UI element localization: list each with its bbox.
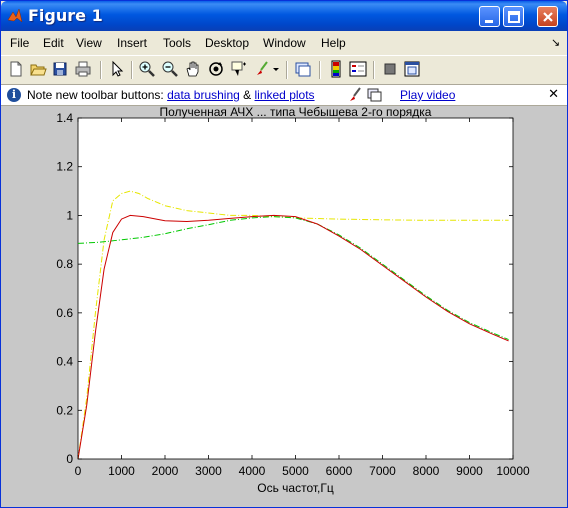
menu-bar: File Edit View Insert Tools Desktop Wind… (1, 32, 567, 54)
menu-tools[interactable]: Tools (163, 36, 191, 50)
colorbar-icon[interactable] (327, 60, 345, 78)
menu-insert[interactable]: Insert (117, 36, 147, 50)
menu-file[interactable]: File (10, 36, 29, 50)
window-title: Figure 1 (28, 6, 103, 25)
info-bar: i Note new toolbar buttons: data brushin… (1, 85, 567, 106)
x-tick-label: 0 (75, 464, 82, 478)
matlab-logo-icon (7, 8, 23, 23)
y-tick-label: 0.2 (56, 403, 73, 417)
y-tick-label: 1 (66, 208, 73, 222)
x-axis-label: Ось частот,Гц (257, 481, 334, 495)
brush-icon[interactable] (253, 60, 271, 78)
zoom-in-icon[interactable] (138, 60, 156, 78)
plot-svg: 0 1000 2000 3000 4000 5000 6000 7000 8000 9000 100… (56, 106, 530, 495)
menu-view[interactable]: View (76, 36, 102, 50)
data-brushing-link[interactable]: data brushing (167, 88, 240, 102)
save-icon[interactable] (51, 60, 69, 78)
x-tick-label: 7000 (369, 464, 396, 478)
y-tick-label: 0.8 (56, 257, 73, 271)
show-plot-tools-icon[interactable] (403, 60, 421, 78)
legend-icon[interactable] (349, 60, 367, 78)
figure-window: Figure 1 File Edit View Insert Tools Des… (0, 0, 568, 508)
title-bar[interactable]: Figure 1 (1, 1, 567, 31)
axes-background[interactable] (77, 117, 514, 460)
y-tick-label: 1.4 (56, 111, 73, 125)
figure-canvas: 0 1000 2000 3000 4000 5000 6000 7000 8000 9000 100… (1, 106, 567, 507)
play-video-link[interactable]: Play video (400, 88, 455, 102)
x-tick-label: 1000 (108, 464, 135, 478)
link-plot-icon (367, 88, 382, 102)
x-tick-label: 9000 (456, 464, 483, 478)
maximize-button[interactable] (503, 6, 524, 27)
y-tick-label: 0.6 (56, 306, 73, 320)
menu-desktop[interactable]: Desktop (205, 36, 249, 50)
info-close-button[interactable]: ✕ (548, 87, 559, 102)
info-icon: i (7, 88, 21, 102)
menu-window[interactable]: Window (263, 36, 306, 50)
linked-plots-link[interactable]: linked plots (255, 88, 315, 102)
open-file-icon[interactable] (29, 60, 47, 78)
menu-help[interactable]: Help (321, 36, 346, 50)
minimize-icon (485, 20, 493, 23)
close-icon (543, 12, 553, 22)
x-tick-label: 8000 (413, 464, 440, 478)
x-tick-label: 10000 (496, 464, 530, 478)
y-tick-label: 1.2 (56, 160, 73, 174)
info-amp: & (239, 88, 255, 102)
brush-icon (350, 87, 361, 101)
menu-edit[interactable]: Edit (43, 36, 64, 50)
pan-icon[interactable] (184, 60, 202, 78)
x-tick-label: 5000 (282, 464, 309, 478)
edit-plot-icon[interactable] (108, 60, 126, 78)
info-message: Note new toolbar buttons: data brushing … (27, 88, 315, 102)
plot-title: Полученная АЧХ ... типа Чебышева 2-го по… (160, 106, 432, 119)
print-icon[interactable] (74, 60, 92, 78)
y-tick-label: 0 (66, 452, 73, 466)
x-tick-label: 3000 (195, 464, 222, 478)
link-plot-icon[interactable] (294, 60, 312, 78)
figure-toolbar (1, 55, 567, 85)
x-tick-label: 4000 (239, 464, 266, 478)
dock-arrow-icon[interactable]: ↘ (551, 36, 560, 49)
rotate-3d-icon[interactable] (207, 60, 225, 78)
x-tick-label: 2000 (152, 464, 179, 478)
new-figure-icon[interactable] (7, 60, 25, 78)
minimize-button[interactable] (479, 6, 500, 27)
info-text: Note new toolbar buttons: (27, 88, 168, 102)
close-button[interactable] (537, 6, 558, 27)
zoom-out-icon[interactable] (161, 60, 179, 78)
y-tick-label: 0.4 (56, 355, 73, 369)
data-cursor-icon[interactable] (230, 60, 248, 78)
hide-plot-tools-icon[interactable] (381, 60, 399, 78)
brush-dropdown-icon[interactable] (271, 60, 281, 78)
x-tick-label: 6000 (326, 464, 353, 478)
maximize-icon (508, 11, 520, 23)
